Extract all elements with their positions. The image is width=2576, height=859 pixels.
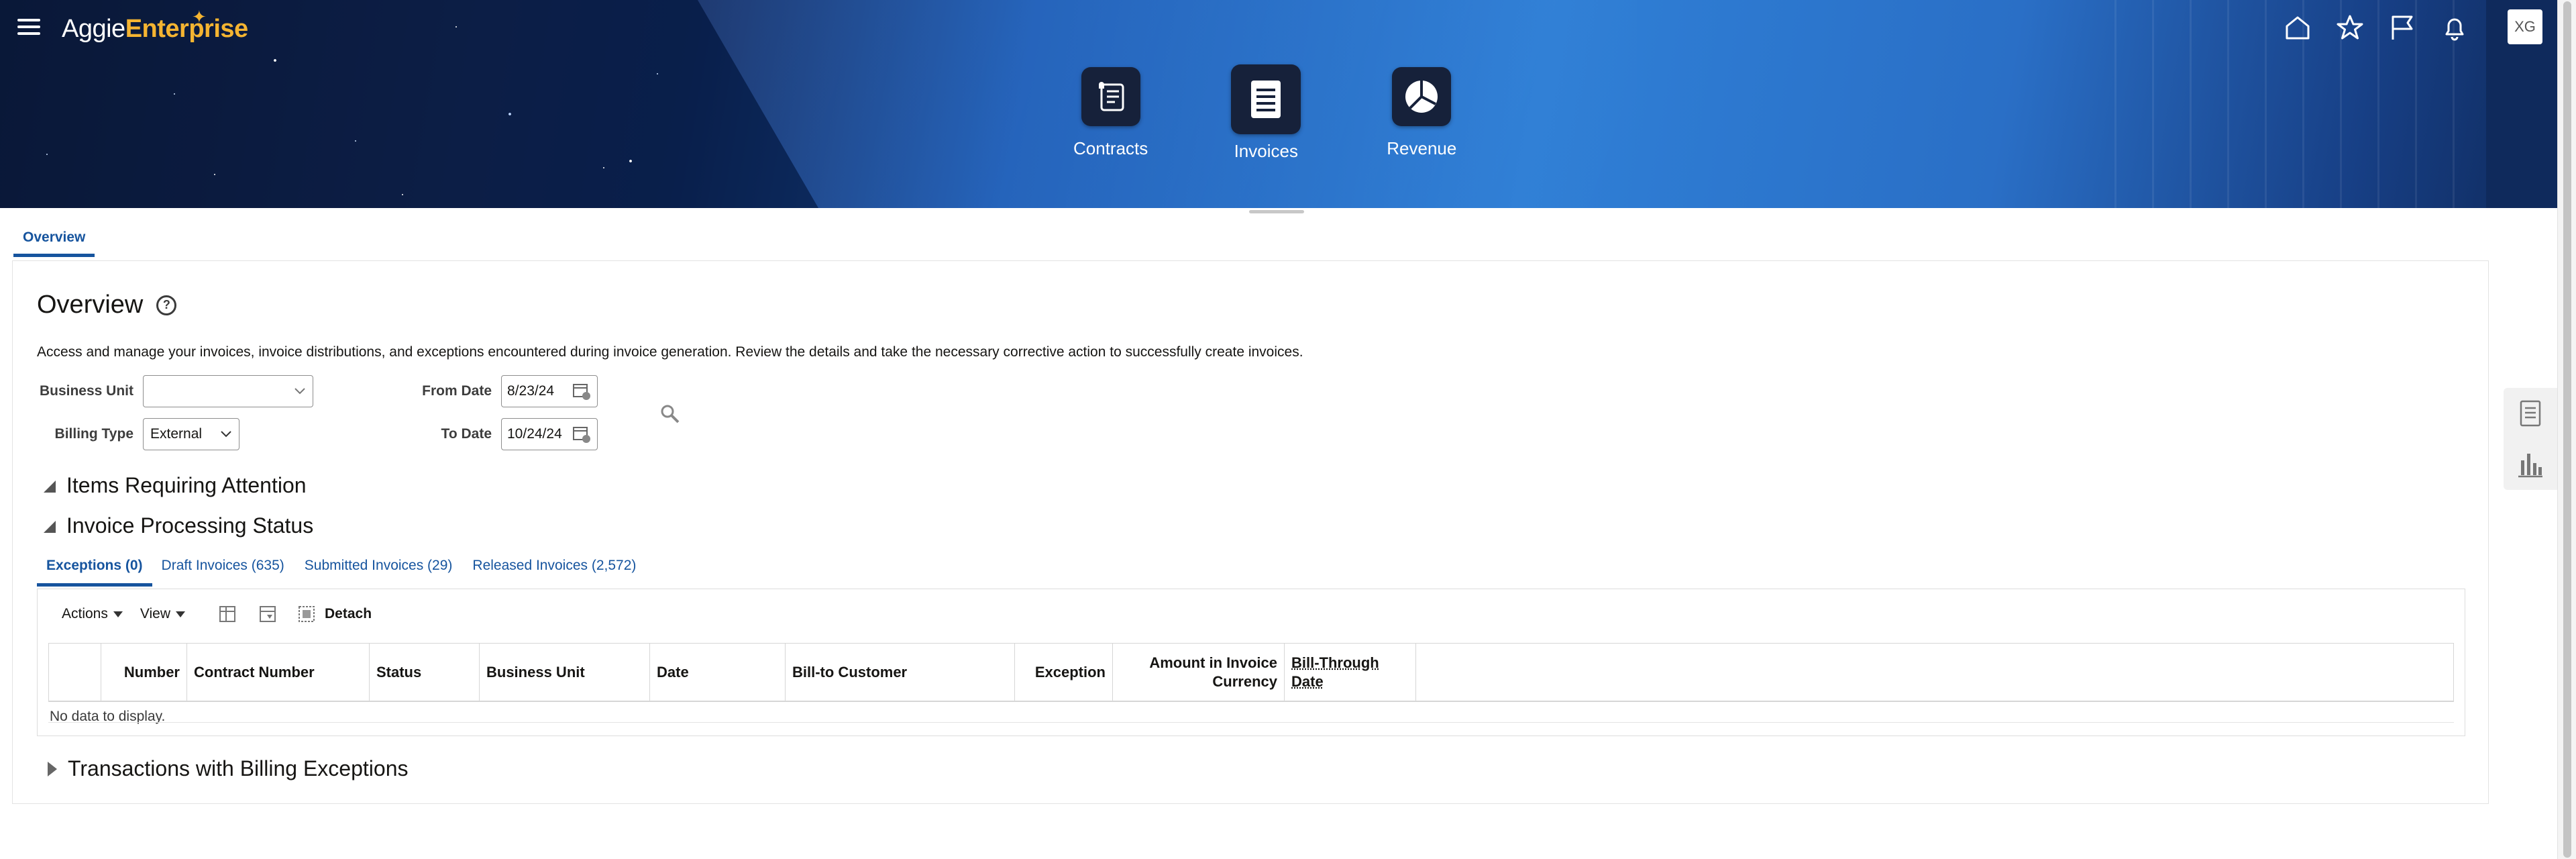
column-header-line: Currency bbox=[1212, 672, 1277, 690]
column-header-date[interactable]: Date bbox=[650, 644, 786, 701]
springboard: Contracts Invoices Revenue bbox=[1073, 64, 1456, 162]
header-banner: AggieEnterprise ✦ Contracts Invoices Rev… bbox=[0, 0, 2557, 208]
exceptions-table-region: Actions View Detach Number Contract Numb… bbox=[37, 589, 2465, 736]
table-toolbar: Actions View Detach bbox=[62, 603, 372, 625]
user-avatar[interactable]: XG bbox=[2508, 9, 2542, 44]
tab-released-invoices[interactable]: Released Invoices (2,572) bbox=[472, 552, 636, 587]
to-date-label: To Date bbox=[441, 426, 492, 442]
section-title: Items Requiring Attention bbox=[66, 473, 307, 497]
section-invoice-processing-status[interactable]: Invoice Processing Status bbox=[41, 513, 313, 538]
springboard-revenue[interactable]: Revenue bbox=[1387, 67, 1456, 162]
actions-label: Actions bbox=[62, 606, 108, 621]
page-description: Access and manage your invoices, invoice… bbox=[37, 344, 1303, 360]
column-header-bill-through-date[interactable]: Bill-Through Date bbox=[1285, 644, 1416, 701]
business-unit-select[interactable] bbox=[143, 375, 313, 407]
help-icon[interactable]: ? bbox=[156, 295, 177, 315]
global-header-icons bbox=[2284, 13, 2469, 42]
app-logo[interactable]: AggieEnterprise ✦ bbox=[62, 7, 248, 44]
star-icon[interactable] bbox=[2336, 13, 2364, 42]
from-date-row: From Date 8/23/24 bbox=[415, 375, 598, 407]
collapse-triangle-icon bbox=[44, 520, 56, 533]
bell-icon[interactable] bbox=[2440, 13, 2469, 42]
section-transactions-with-billing-exceptions[interactable]: Transactions with Billing Exceptions bbox=[45, 756, 408, 781]
from-date-field[interactable]: 8/23/24 bbox=[501, 375, 598, 407]
overview-panel: Overview ? Access and manage your invoic… bbox=[12, 260, 2489, 804]
vertical-scrollbar[interactable] bbox=[2557, 0, 2576, 859]
from-date-label: From Date bbox=[422, 383, 492, 399]
page-title: Overview bbox=[37, 291, 144, 319]
section-title: Invoice Processing Status bbox=[66, 513, 314, 538]
springboard-label: Revenue bbox=[1387, 138, 1457, 158]
tab-draft-invoices[interactable]: Draft Invoices (635) bbox=[162, 552, 284, 587]
section-items-requiring-attention[interactable]: Items Requiring Attention bbox=[41, 473, 307, 498]
contract-scroll-icon bbox=[1081, 67, 1140, 126]
caret-down-icon bbox=[176, 611, 186, 617]
logo-text-light: Aggie bbox=[62, 15, 125, 43]
document-list-icon[interactable] bbox=[2516, 399, 2545, 428]
section-title: Transactions with Billing Exceptions bbox=[68, 756, 409, 780]
hamburger-menu-icon[interactable] bbox=[17, 17, 40, 36]
column-header-business-unit[interactable]: Business Unit bbox=[480, 644, 650, 701]
calendar-icon[interactable] bbox=[572, 381, 592, 401]
to-date-row: To Date 10/24/24 bbox=[415, 418, 598, 450]
logo-text-bold: Enterprise bbox=[125, 15, 248, 43]
column-header-line: Date bbox=[1291, 672, 1324, 690]
tab-overview[interactable]: Overview bbox=[13, 221, 95, 257]
to-date-value: 10/24/24 bbox=[507, 426, 562, 442]
chevron-down-icon bbox=[221, 431, 231, 438]
search-icon[interactable] bbox=[657, 401, 684, 427]
business-unit-label: Business Unit bbox=[39, 383, 133, 399]
column-header-amount[interactable]: Amount in Invoice Currency bbox=[1113, 644, 1285, 701]
column-header-exception[interactable]: Exception bbox=[1015, 644, 1113, 701]
springboard-page-indicator bbox=[1249, 210, 1304, 213]
tab-submitted-invoices[interactable]: Submitted Invoices (29) bbox=[305, 552, 453, 587]
billing-type-select[interactable]: External bbox=[143, 418, 239, 450]
actions-menu[interactable]: Actions bbox=[62, 606, 123, 622]
flag-icon[interactable] bbox=[2388, 13, 2416, 42]
invoice-status-tabs: Exceptions (0) Draft Invoices (635) Subm… bbox=[37, 552, 636, 587]
tab-exceptions[interactable]: Exceptions (0) bbox=[37, 552, 152, 587]
column-header-bill-to-customer[interactable]: Bill-to Customer bbox=[786, 644, 1015, 701]
view-label: View bbox=[140, 606, 171, 621]
table-header-row: Number Contract Number Status Business U… bbox=[48, 643, 2454, 702]
to-date-field[interactable]: 10/24/24 bbox=[501, 418, 598, 450]
column-header-line: Bill-Through bbox=[1291, 654, 1379, 671]
collapse-triangle-icon bbox=[44, 480, 56, 493]
wrap-columns-icon[interactable] bbox=[256, 603, 279, 625]
detach-label: Detach bbox=[325, 606, 372, 621]
springboard-invoices[interactable]: Invoices bbox=[1231, 64, 1301, 162]
column-header-line: Amount in Invoice bbox=[1149, 654, 1277, 671]
view-menu[interactable]: View bbox=[140, 606, 186, 622]
caret-down-icon bbox=[113, 611, 123, 617]
invoice-document-icon bbox=[1231, 64, 1301, 134]
expand-triangle-icon bbox=[48, 761, 57, 776]
analytics-chart-icon[interactable] bbox=[2516, 450, 2545, 479]
right-side-rail bbox=[2504, 388, 2557, 490]
scrollbar-thumb[interactable] bbox=[2563, 1, 2571, 858]
springboard-label: Invoices bbox=[1234, 141, 1298, 161]
calendar-icon[interactable] bbox=[572, 424, 592, 444]
pie-chart-icon bbox=[1392, 67, 1452, 126]
billing-type-value: External bbox=[150, 426, 203, 442]
springboard-label: Contracts bbox=[1073, 138, 1148, 158]
chevron-down-icon bbox=[294, 388, 305, 395]
billing-type-label: Billing Type bbox=[54, 426, 133, 442]
springboard-contracts[interactable]: Contracts bbox=[1073, 67, 1148, 162]
column-header-contract-number[interactable]: Contract Number bbox=[187, 644, 370, 701]
page-header: Overview ? bbox=[37, 291, 177, 319]
page-tabs: Overview bbox=[13, 221, 95, 262]
home-icon[interactable] bbox=[2284, 13, 2312, 42]
detach-button[interactable]: Detach bbox=[297, 604, 372, 624]
table-divider bbox=[48, 722, 2454, 723]
from-date-value: 8/23/24 bbox=[507, 383, 555, 399]
billing-type-row: Billing Type External bbox=[13, 418, 239, 450]
row-selector-column bbox=[49, 644, 101, 701]
business-unit-row: Business Unit bbox=[13, 375, 313, 407]
column-header-status[interactable]: Status bbox=[370, 644, 480, 701]
detach-icon bbox=[299, 606, 315, 622]
freeze-columns-icon[interactable] bbox=[216, 603, 239, 625]
column-header-number[interactable]: Number bbox=[101, 644, 187, 701]
logo-sparkle-icon: ✦ bbox=[192, 7, 207, 27]
